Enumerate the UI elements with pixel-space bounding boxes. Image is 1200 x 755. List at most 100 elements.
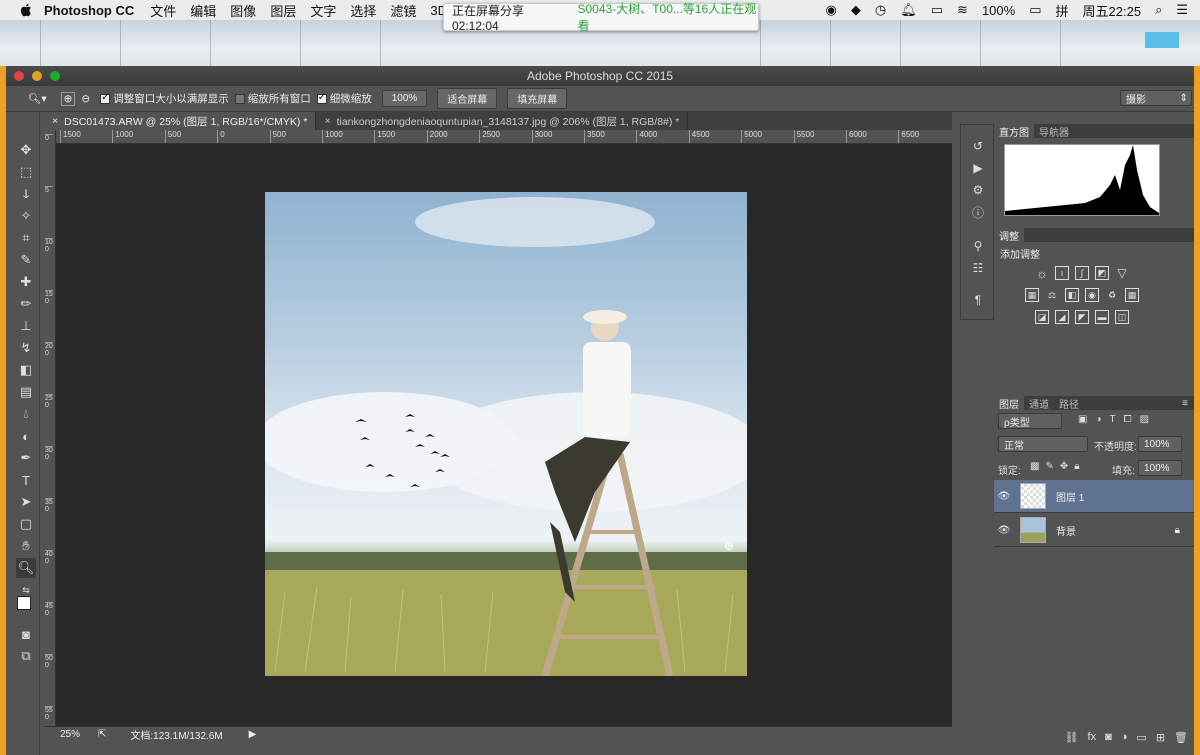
blur-tool-icon[interactable]: 💧︎ (16, 404, 36, 424)
blend-mode-select[interactable]: 正常 (998, 436, 1088, 452)
layer-filter-icons[interactable]: ▣◑T⧠▨ (1078, 414, 1157, 425)
vibrance-adjust-icon[interactable]: ▽ (1115, 266, 1129, 280)
clock[interactable]: 周五22:25 (1083, 1, 1142, 20)
history-brush-tool-icon[interactable]: ↯ (16, 338, 36, 358)
gradient-map-adjust-icon[interactable]: ▬ (1095, 310, 1109, 324)
zoom-out-icon[interactable]: ⊖ (81, 93, 90, 105)
menu-file[interactable]: 文件 (150, 1, 176, 20)
history-icon[interactable]: ↺ (969, 139, 987, 153)
path-selection-tool-icon[interactable]: ➤ (16, 492, 36, 512)
canvas-area[interactable]: ⊕ (56, 144, 952, 726)
tab-document-2[interactable]: × tiankongzhongdeniaoquntupian_3148137.jp… (316, 112, 689, 130)
screen-mode-icon[interactable]: ⧉ (16, 646, 36, 666)
zoom-in-icon[interactable]: ⊕ (60, 91, 76, 106)
brightness-adjust-icon[interactable]: ☼ (1035, 266, 1049, 281)
black-white-adjust-icon[interactable]: ◧ (1065, 288, 1079, 302)
tab-adjustments[interactable]: 调整 (994, 228, 1024, 243)
tab-channels[interactable]: 通道 (1024, 396, 1054, 411)
panel-menu-icon[interactable]: ≡ (1182, 398, 1188, 409)
menu-type[interactable]: 文字 (310, 1, 336, 20)
minimize-window-icon[interactable] (32, 71, 42, 81)
new-group-icon[interactable]: ▭ (1136, 731, 1146, 744)
tab-histogram[interactable]: 直方图 (994, 124, 1034, 139)
zoom-100-button[interactable]: 100% (381, 90, 428, 107)
color-lookup-adjust-icon[interactable]: ▦ (1125, 288, 1139, 302)
info-icon[interactable]: ⓘ (969, 205, 987, 220)
zoom-tool-preset-icon[interactable]: 🔍︎▾ (28, 92, 47, 105)
eraser-tool-icon[interactable]: ◧ (16, 360, 36, 380)
brush-presets-icon[interactable]: ⚲ (969, 239, 987, 253)
layer-style-icon[interactable]: fx (1088, 731, 1097, 743)
menu-layer[interactable]: 图层 (270, 1, 296, 20)
foreground-color-swatch[interactable] (17, 596, 31, 610)
cast-icon[interactable]: ◆ (851, 2, 861, 18)
zoom-tool-icon[interactable]: 🔍︎ (16, 558, 36, 578)
marquee-tool-icon[interactable]: ⬚ (16, 162, 36, 182)
channel-mixer-adjust-icon[interactable]: ♻ (1105, 288, 1119, 302)
magic-wand-tool-icon[interactable]: ✧ (16, 206, 36, 226)
hue-saturation-adjust-icon[interactable]: ▦ (1025, 288, 1039, 302)
type-tool-icon[interactable]: T (16, 470, 36, 490)
menu-filter[interactable]: 滤镜 (390, 1, 416, 20)
new-adjustment-icon[interactable]: ◑ (1121, 731, 1128, 743)
crop-tool-icon[interactable]: ⌗ (16, 228, 36, 248)
device-preview-icon[interactable]: ⚙ (969, 183, 987, 197)
layer-filter-select[interactable]: ρ类型 (998, 413, 1062, 429)
delete-layer-icon[interactable]: 🗑︎ (1174, 731, 1188, 744)
lock-icons[interactable]: ▩✎✥🔒︎ (1030, 461, 1086, 472)
workspace-select[interactable]: 摄影 ⇕ (1120, 90, 1192, 106)
fill-screen-button[interactable]: 填充屏幕 (507, 88, 568, 109)
exposure-adjust-icon[interactable]: ◩ (1095, 266, 1109, 280)
eyedropper-tool-icon[interactable]: ✎ (16, 250, 36, 270)
tab-document-1[interactable]: × DSC01473.ARW @ 25% (图层 1, RGB/16*/CMYK)… (44, 112, 317, 130)
layer-row-layer1[interactable]: 👁︎ 图层 1 (994, 480, 1194, 513)
tab-paths[interactable]: 路径 (1054, 396, 1084, 411)
search-icon[interactable]: ⌕ (1155, 2, 1162, 18)
scrubby-zoom-checkbox[interactable]: 细微缩放 (316, 91, 372, 106)
new-layer-icon[interactable]: ⊞ (1156, 731, 1165, 744)
zoom-all-checkbox[interactable]: 缩放所有窗口 (234, 91, 311, 106)
lasso-tool-icon[interactable]: ↆ (16, 184, 36, 204)
selective-color-adjust-icon[interactable]: ◫ (1115, 310, 1129, 324)
quick-mask-icon[interactable]: ◙ (16, 624, 36, 644)
record-icon[interactable]: ◉ (826, 2, 837, 18)
brush-tool-icon[interactable]: ✏ (16, 294, 36, 314)
photo-filter-adjust-icon[interactable]: ◉ (1085, 288, 1099, 302)
lock-icon[interactable]: 🔒︎ (1175, 525, 1180, 536)
move-tool-icon[interactable]: ✥ (16, 140, 36, 160)
wifi-icon[interactable]: ≋ (957, 2, 968, 18)
export-icon[interactable]: ⇱ (98, 729, 106, 740)
fill-input[interactable]: 100% (1138, 460, 1182, 476)
tab-close-icon[interactable]: × (324, 115, 330, 127)
battery-icon[interactable]: ▭ (1029, 2, 1041, 18)
invert-adjust-icon[interactable]: ◪ (1035, 310, 1049, 324)
dodge-tool-icon[interactable]: ◐ (16, 426, 36, 446)
tab-navigator[interactable]: 导航器 (1034, 124, 1074, 139)
paragraph-icon[interactable]: ¶ (969, 293, 987, 307)
shape-tool-icon[interactable]: ▢ (16, 514, 36, 534)
status-menu-arrow-icon[interactable]: ▶ (249, 729, 257, 740)
document-image[interactable] (265, 192, 747, 676)
hand-tool-icon[interactable]: ✋︎ (16, 536, 36, 556)
add-mask-icon[interactable]: ◙ (1105, 731, 1112, 743)
visibility-eye-icon[interactable]: 👁︎ (994, 491, 1014, 502)
posterize-adjust-icon[interactable]: ◢ (1055, 310, 1069, 324)
levels-adjust-icon[interactable]: ı (1055, 266, 1069, 280)
stamp-tool-icon[interactable]: ⊥ (16, 316, 36, 336)
notification-bell-icon[interactable]: 🔔︎ (900, 2, 917, 18)
zoom-window-icon[interactable] (50, 71, 60, 81)
tab-layers[interactable]: 图层 (994, 396, 1024, 411)
ime-indicator[interactable]: 拼 (1056, 1, 1069, 20)
tab-close-icon[interactable]: × (52, 115, 58, 127)
layer-row-background[interactable]: 👁︎ 背景 🔒︎ (994, 514, 1194, 547)
screen-icon[interactable]: ▭ (931, 2, 943, 18)
menu-edit[interactable]: 编辑 (190, 1, 216, 20)
close-window-icon[interactable] (14, 71, 24, 81)
resize-windows-checkbox[interactable]: 调整窗口大小以满屏显示 (100, 91, 229, 106)
properties-icon[interactable]: ☷ (969, 261, 987, 275)
menu-select[interactable]: 选择 (350, 1, 376, 20)
healing-brush-tool-icon[interactable]: ✚ (16, 272, 36, 292)
gradient-tool-icon[interactable]: ▤ (16, 382, 36, 402)
curves-adjust-icon[interactable]: ∫ (1075, 266, 1089, 280)
timemachine-icon[interactable]: ◷ (875, 2, 886, 18)
